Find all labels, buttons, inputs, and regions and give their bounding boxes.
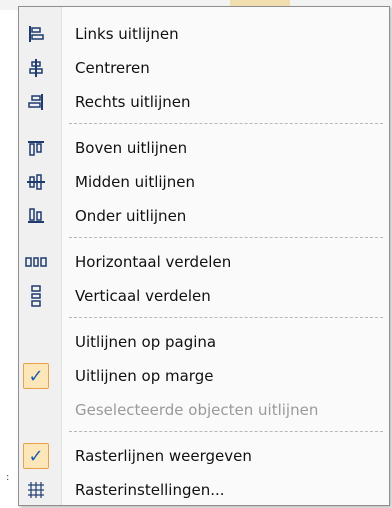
grid-icon (23, 477, 49, 503)
menu-item-align-to-margin[interactable]: ✓ Uitlijnen op marge (19, 359, 389, 393)
menu-separator (69, 123, 383, 124)
menu-separator (69, 237, 383, 238)
align-right-icon (23, 89, 49, 115)
menu-item-center[interactable]: Centreren (19, 51, 389, 85)
menu-item-show-gridlines[interactable]: ✓ Rasterlijnen weergeven (19, 439, 389, 473)
align-left-icon (23, 21, 49, 47)
menu-item-grid-settings[interactable]: Rasterinstellingen... (19, 473, 389, 507)
menu-item-align-selected-objects: Geselecteerde objecten uitlijnen (19, 393, 389, 427)
menu-item-label: Rasterinstellingen... (75, 481, 225, 499)
menu-item-align-bottom[interactable]: Onder uitlijnen (19, 199, 389, 233)
distribute-vertical-icon (23, 283, 49, 309)
checkmark-icon: ✓ (23, 363, 49, 389)
menu-item-label: Horizontaal verdelen (75, 253, 232, 271)
menu-item-align-to-page[interactable]: Uitlijnen op pagina (19, 325, 389, 359)
align-top-icon (23, 135, 49, 161)
menu-item-align-right[interactable]: Rechts uitlijnen (19, 85, 389, 119)
distribute-horizontal-icon (23, 249, 49, 275)
menu-item-label: Midden uitlijnen (75, 173, 195, 191)
align-middle-icon (23, 169, 49, 195)
menu-item-label: Rechts uitlijnen (75, 93, 191, 111)
menu-item-label: Links uitlijnen (75, 25, 179, 43)
menu-item-label: Boven uitlijnen (75, 139, 188, 157)
menu-item-label: Uitlijnen op pagina (75, 333, 217, 351)
menu-separator (69, 431, 383, 432)
menu-item-distribute-horizontal[interactable]: Horizontaal verdelen (19, 245, 389, 279)
menu-separator (69, 317, 383, 318)
menu-item-label: Uitlijnen op marge (75, 367, 214, 385)
menu-item-label: Verticaal verdelen (75, 287, 211, 305)
menu-item-align-middle[interactable]: Midden uitlijnen (19, 165, 389, 199)
checkmark-icon: ✓ (23, 443, 49, 469)
menu-item-label: Geselecteerde objecten uitlijnen (75, 401, 319, 419)
menu-item-distribute-vertical[interactable]: Verticaal verdelen (19, 279, 389, 313)
menu-item-align-top[interactable]: Boven uitlijnen (19, 131, 389, 165)
menu-item-align-left[interactable]: Links uitlijnen (19, 17, 389, 51)
align-bottom-icon (23, 203, 49, 229)
align-center-icon (23, 55, 49, 81)
align-context-menu: Links uitlijnen Centreren Rechts uitlijn… (18, 6, 390, 506)
menu-item-label: Rasterlijnen weergeven (75, 447, 252, 465)
background-fragment: : (6, 472, 10, 483)
menu-item-label: Centreren (75, 59, 150, 77)
menu-item-label: Onder uitlijnen (75, 207, 187, 225)
